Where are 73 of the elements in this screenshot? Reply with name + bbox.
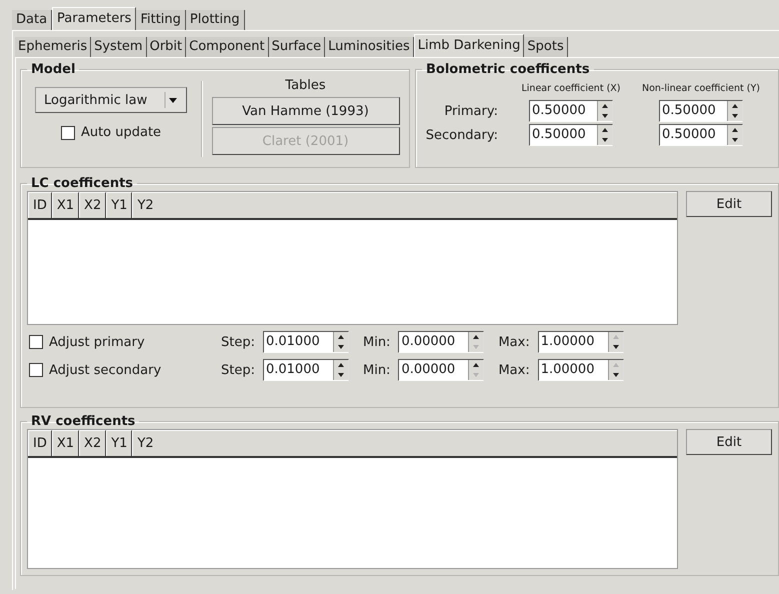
tab[interactable]: Component [186, 37, 269, 57]
column-label: Linear coefficient (X) [520, 83, 622, 94]
column-header[interactable]: ID [28, 430, 52, 456]
spin-field[interactable]: 0.50000 [529, 124, 613, 146]
row-label: Primary: [443, 104, 499, 118]
group-title: LC coefficents [30, 176, 134, 191]
down-arrow-icon[interactable] [602, 138, 608, 142]
column-header[interactable]: X2 [79, 192, 106, 218]
spin-field[interactable]: 0.00000 [398, 331, 484, 353]
edit-button[interactable]: Edit [686, 429, 772, 455]
spin-field[interactable]: 1.00000 [538, 331, 624, 353]
checkbox[interactable] [60, 126, 75, 140]
field-label: Max: [498, 362, 530, 378]
up-arrow-icon[interactable] [338, 335, 344, 339]
column-header[interactable]: Y2 [132, 192, 677, 218]
tab[interactable]: Data [12, 10, 52, 30]
tab[interactable]: Orbit [146, 37, 186, 57]
field-label: Step: [221, 362, 255, 378]
checkbox-label: Adjust secondary [49, 362, 162, 378]
column-header[interactable]: Y1 [106, 192, 132, 218]
column-header[interactable]: Y2 [132, 430, 677, 456]
checkbox-label: Auto update [80, 125, 162, 140]
tab[interactable]: Spots [524, 37, 568, 57]
tab[interactable]: Fitting [136, 10, 186, 30]
tab[interactable]: Surface [268, 37, 326, 57]
group-title: Bolometric coefficents [425, 62, 591, 77]
law-dropdown[interactable]: Logarithmic law [35, 87, 187, 113]
spin-field[interactable]: 0.01000 [262, 331, 349, 353]
spin-field[interactable]: 0.00000 [398, 359, 484, 381]
tab[interactable]: Plotting [186, 10, 245, 30]
column-header[interactable]: Y1 [106, 430, 132, 456]
down-arrow-icon[interactable] [732, 114, 738, 118]
down-arrow-icon[interactable] [338, 373, 344, 377]
checkbox[interactable] [29, 363, 43, 377]
group-title: RV coefficents [30, 414, 136, 429]
field-label: Step: [221, 334, 255, 350]
up-arrow-icon[interactable] [732, 128, 738, 132]
spin-field[interactable]: 1.00000 [538, 359, 624, 381]
spin-field[interactable]: 0.50000 [659, 124, 743, 146]
down-arrow-icon[interactable] [338, 345, 344, 349]
down-arrow-icon[interactable] [602, 114, 608, 118]
spin-field[interactable]: 0.50000 [529, 100, 613, 122]
up-arrow-icon[interactable] [338, 363, 344, 367]
down-arrow-icon[interactable] [732, 138, 738, 142]
up-arrow-icon[interactable] [473, 363, 480, 367]
up-arrow-icon[interactable] [473, 335, 480, 339]
edit-button[interactable]: Edit [686, 191, 772, 217]
column-header[interactable]: X1 [52, 192, 80, 218]
row-label: Secondary: [424, 128, 499, 142]
field-label: Min: [362, 334, 390, 350]
up-arrow-icon[interactable] [602, 104, 608, 108]
down-arrow-icon[interactable] [612, 345, 619, 349]
tab[interactable]: Ephemeris [15, 37, 92, 57]
tables-label: Tables [285, 77, 326, 95]
spin-field[interactable]: 0.01000 [262, 359, 349, 381]
tab[interactable]: Parameters [52, 7, 136, 30]
field-label: Min: [362, 362, 390, 378]
tab[interactable]: System [91, 37, 147, 57]
down-arrow-icon[interactable] [612, 373, 619, 377]
up-arrow-icon[interactable] [602, 128, 608, 132]
tab[interactable]: Limb Darkening [414, 34, 524, 57]
column-header[interactable]: X1 [52, 430, 80, 456]
checkbox[interactable] [29, 335, 43, 349]
spin-field[interactable]: 0.50000 [659, 100, 743, 122]
table-button[interactable]: Van Hamme (1993) [212, 97, 400, 125]
group-title: Model [30, 62, 76, 77]
field-label: Max: [498, 334, 530, 350]
column-header[interactable]: ID [28, 192, 52, 218]
tab[interactable]: Luminosities [325, 37, 414, 57]
column-label: Non-linear coefficient (Y) [640, 83, 761, 94]
up-arrow-icon[interactable] [732, 104, 738, 108]
column-header[interactable]: X2 [79, 430, 106, 456]
checkbox-label: Adjust primary [49, 334, 145, 350]
